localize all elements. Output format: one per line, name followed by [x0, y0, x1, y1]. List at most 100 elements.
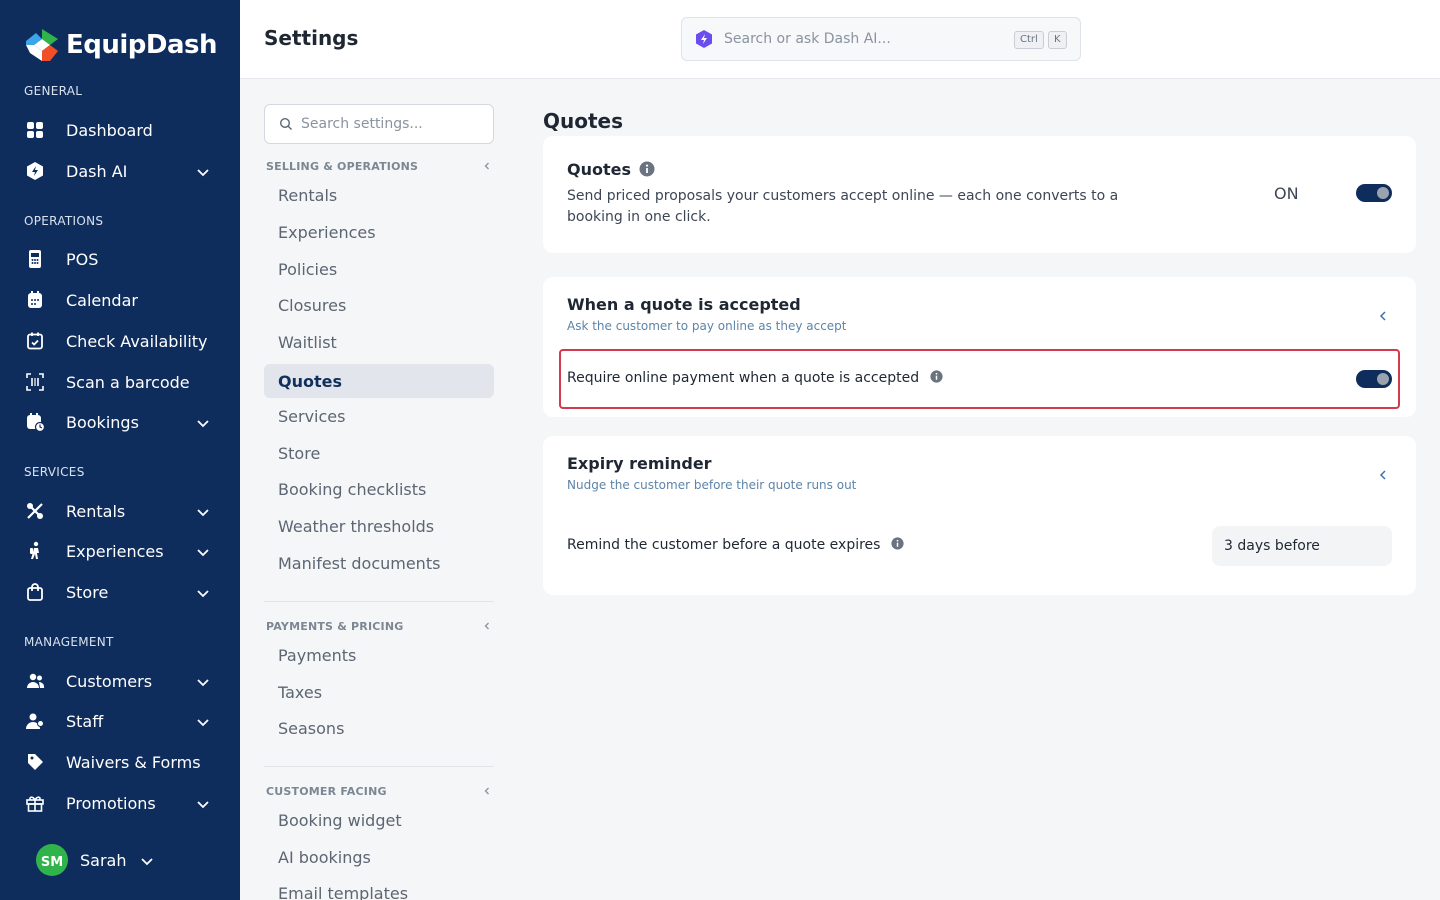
nav-section-operations: OPERATIONS: [24, 214, 104, 228]
sidebar-item-rentals[interactable]: Rentals: [24, 494, 216, 528]
page-title: Settings: [264, 26, 359, 50]
accepted-card-subtitle: Ask the customer to pay online as they a…: [567, 319, 847, 333]
info-icon[interactable]: [639, 161, 655, 177]
settings-item-store[interactable]: Store: [264, 436, 494, 470]
expiry-card-title: Expiry reminder: [567, 454, 712, 473]
sidebar-item-label: Store: [66, 582, 109, 602]
settings-item-experiences[interactable]: Experiences: [264, 215, 494, 249]
info-icon[interactable]: [929, 370, 943, 383]
pos-terminal-icon: [24, 248, 46, 270]
sidebar-item-customers[interactable]: Customers: [24, 664, 216, 698]
settings-item-waitlist[interactable]: Waitlist: [264, 325, 494, 359]
chevron-down-icon[interactable]: [196, 164, 210, 178]
nav-section-general: GENERAL: [24, 84, 83, 98]
sidebar-item-waivers-forms[interactable]: Waivers & Forms: [24, 745, 216, 779]
chevron-down-icon[interactable]: [196, 544, 210, 558]
sidebar-item-label: Check Availability: [66, 331, 208, 351]
require-payment-label-text: Require online payment when a quote is a…: [567, 370, 920, 386]
require-payment-toggle[interactable]: [1356, 370, 1392, 388]
sidebar-item-pos[interactable]: POS: [24, 242, 216, 276]
logo[interactable]: EquipDash: [24, 26, 218, 64]
sidebar-item-scan-barcode[interactable]: Scan a barcode: [24, 365, 216, 399]
search-icon: [279, 117, 292, 130]
settings-item-booking-checklists[interactable]: Booking checklists: [264, 472, 494, 506]
nav-section-services: SERVICES: [24, 465, 85, 479]
quotes-card-title: Quotes: [567, 160, 655, 179]
expiry-card-subtitle: Nudge the customer before their quote ru…: [567, 478, 857, 492]
nav-section-management: MANAGEMENT: [24, 635, 114, 649]
chevron-down-icon[interactable]: [196, 796, 210, 810]
sidebar-item-label: Waivers & Forms: [66, 752, 201, 772]
app-name: EquipDash: [66, 30, 218, 60]
sidebar-item-promotions[interactable]: Promotions: [24, 786, 216, 820]
settings-search-input[interactable]: [301, 116, 481, 132]
dashboard-icon: [24, 119, 46, 141]
sidebar-item-label: Bookings: [66, 412, 139, 432]
chevron-left-icon[interactable]: [482, 786, 492, 796]
bookings-icon: [24, 411, 46, 433]
expiry-reminder-select[interactable]: 3 days before: [1212, 526, 1392, 566]
settings-item-closures[interactable]: Closures: [264, 288, 494, 322]
settings-item-weather-thresholds[interactable]: Weather thresholds: [264, 509, 494, 543]
customers-icon: [24, 670, 46, 692]
sidebar-item-dash-ai[interactable]: Dash AI: [24, 154, 216, 188]
chevron-down-icon[interactable]: [196, 585, 210, 599]
sidebar-item-label: Calendar: [66, 290, 138, 310]
sidebar-item-calendar[interactable]: Calendar: [24, 283, 216, 317]
quotes-card-description: Send priced proposals your customers acc…: [567, 188, 1119, 225]
chevron-down-icon[interactable]: [196, 504, 210, 518]
toggle-knob: [1377, 187, 1389, 199]
settings-group-payments: PAYMENTS & PRICING: [266, 620, 404, 633]
user-menu[interactable]: SM Sarah: [36, 844, 154, 876]
shopping-bag-icon: [24, 581, 46, 603]
sidebar-item-label: Staff: [66, 711, 104, 731]
settings-item-manifest-documents[interactable]: Manifest documents: [264, 546, 494, 580]
sidebar-item-staff[interactable]: Staff: [24, 704, 216, 738]
quotes-enabled-toggle[interactable]: [1356, 184, 1392, 202]
settings-item-rentals[interactable]: Rentals: [264, 178, 494, 212]
sidebar-item-check-availability[interactable]: Check Availability: [24, 324, 216, 358]
global-search-input[interactable]: Search or ask Dash AI... Ctrl K: [681, 17, 1081, 61]
settings-item-services[interactable]: Services: [264, 399, 494, 433]
chevron-down-icon[interactable]: [196, 415, 210, 429]
settings-item-policies[interactable]: Policies: [264, 252, 494, 286]
sidebar-item-label: Dash AI: [66, 161, 128, 181]
chevron-down-icon[interactable]: [196, 714, 210, 728]
settings-item-ai-bookings[interactable]: AI bookings: [264, 840, 494, 874]
require-payment-row: Require online payment when a quote is a…: [559, 349, 1400, 409]
chevron-left-icon[interactable]: [1377, 310, 1389, 322]
global-search-placeholder: Search or ask Dash AI...: [724, 31, 891, 47]
chevron-left-icon[interactable]: [482, 621, 492, 631]
chevron-left-icon[interactable]: [482, 161, 492, 171]
sidebar-item-dashboard[interactable]: Dashboard: [24, 113, 216, 147]
barcode-scan-icon: [24, 371, 46, 393]
settings-group-selling: SELLING & OPERATIONS: [266, 160, 419, 173]
chevron-down-icon[interactable]: [196, 674, 210, 688]
calendar-icon: [24, 289, 46, 311]
settings-item-payments[interactable]: Payments: [264, 638, 494, 672]
settings-item-quotes[interactable]: Quotes: [264, 364, 494, 398]
sidebar-item-label: Customers: [66, 671, 153, 691]
settings-search-field[interactable]: [264, 104, 494, 144]
sidebar-item-bookings[interactable]: Bookings: [24, 405, 216, 439]
info-icon[interactable]: [891, 537, 904, 550]
toggle-knob: [1377, 373, 1389, 385]
sidebar-item-label: POS: [66, 249, 99, 269]
sidebar-item-store[interactable]: Store: [24, 575, 216, 609]
top-header: Settings Search or ask Dash AI... Ctrl K: [240, 0, 1440, 79]
settings-item-email-templates[interactable]: Email templates: [264, 876, 494, 900]
expiry-reminder-label-text: Remind the customer before a quote expir…: [567, 537, 881, 553]
sidebar-item-experiences[interactable]: Experiences: [24, 534, 216, 568]
dash-ai-icon: [24, 160, 46, 182]
quotes-card-title-text: Quotes: [567, 160, 632, 179]
chevron-left-icon[interactable]: [1377, 469, 1389, 481]
settings-item-booking-widget[interactable]: Booking widget: [264, 803, 494, 837]
sidebar-item-label: Rentals: [66, 501, 126, 521]
dash-ai-icon: [696, 30, 712, 48]
avatar: SM: [36, 844, 68, 876]
quotes-card: Quotes Send priced proposals your custom…: [543, 136, 1416, 253]
expiry-reminder-label: Remind the customer before a quote expir…: [567, 537, 904, 553]
settings-item-seasons[interactable]: Seasons: [264, 711, 494, 745]
settings-item-taxes[interactable]: Taxes: [264, 675, 494, 709]
gift-icon: [24, 792, 46, 814]
